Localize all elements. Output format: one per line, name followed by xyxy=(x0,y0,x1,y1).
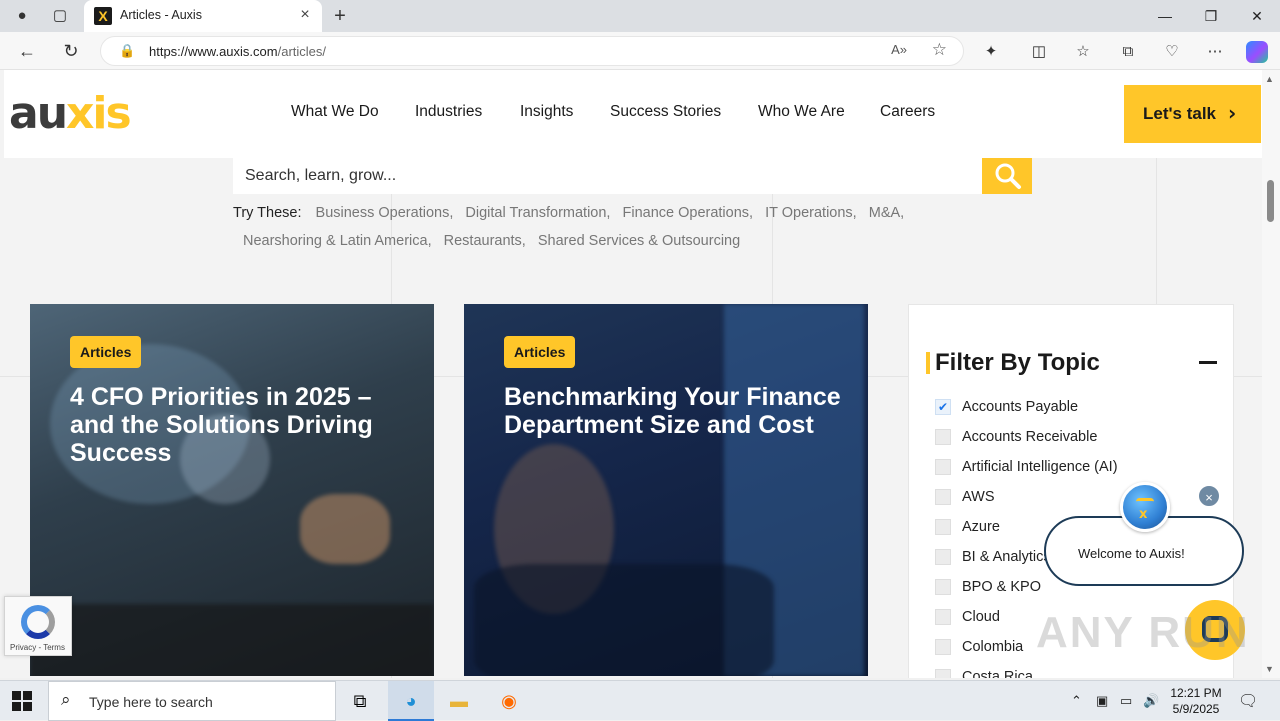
address-bar[interactable]: 🔒 https://www.auxis.com/articles/ A» ☆ xyxy=(100,36,964,66)
recaptcha-icon xyxy=(21,605,55,639)
recaptcha-links[interactable]: Privacy - Terms xyxy=(10,643,65,652)
browser-tab-active[interactable]: X Articles - Auxis × xyxy=(84,0,322,32)
nav-who-we-are[interactable]: Who We Are xyxy=(758,103,845,121)
article-title[interactable]: 4 CFO Priorities in 2025 – and the Solut… xyxy=(70,383,410,467)
minimize-button[interactable]: — xyxy=(1142,0,1188,32)
search-icon: ⌕ xyxy=(61,690,71,709)
collapse-minus-icon[interactable] xyxy=(1199,361,1217,364)
tag-link[interactable]: Shared Services & Outsourcing xyxy=(538,233,740,249)
chevron-right-icon: › xyxy=(1228,101,1237,125)
article-card[interactable]: Articles Benchmarking Your Finance Depar… xyxy=(464,304,868,676)
network-icon[interactable]: ▭ xyxy=(1120,693,1132,709)
file-explorer-icon[interactable]: ▬ xyxy=(436,681,482,721)
checkbox[interactable] xyxy=(935,639,951,655)
nav-what-we-do[interactable]: What We Do xyxy=(291,103,379,121)
photo-presenter-hand xyxy=(300,494,390,564)
site-header: auxis What We Do Industries Insights Suc… xyxy=(4,70,1262,158)
windows-taskbar: ⌕ Type here to search ⧉ ◕ ▬ ◉ ⌃ ▣ ▭ 🔊 12… xyxy=(0,680,1280,721)
checkbox-checked[interactable]: ✔ xyxy=(935,399,951,415)
page-scrollbar[interactable]: ▲ ▼ xyxy=(1262,70,1280,678)
checkbox[interactable] xyxy=(935,489,951,505)
auxis-favicon-icon: X xyxy=(94,7,112,25)
article-card[interactable]: Articles 4 CFO Priorities in 2025 – and … xyxy=(30,304,434,676)
new-tab-button[interactable]: + xyxy=(328,5,352,27)
taskbar-search-input[interactable]: ⌕ Type here to search xyxy=(48,681,336,721)
article-title[interactable]: Benchmarking Your Finance Department Siz… xyxy=(504,383,844,439)
scroll-up-icon[interactable]: ▲ xyxy=(1265,74,1274,84)
checkbox[interactable] xyxy=(935,609,951,625)
checkbox[interactable] xyxy=(935,429,951,445)
favorite-star-icon[interactable]: ☆ xyxy=(932,40,947,60)
chat-close-button[interactable]: × xyxy=(1197,484,1221,508)
extensions-icon[interactable]: ✦ xyxy=(980,41,1002,63)
checkbox[interactable] xyxy=(935,549,951,565)
category-badge[interactable]: Articles xyxy=(504,336,576,368)
checkbox[interactable] xyxy=(935,519,951,535)
edge-browser-icon[interactable]: ◕ xyxy=(388,681,434,721)
split-screen-icon[interactable]: ◫ xyxy=(1028,41,1050,63)
firefox-icon[interactable]: ◉ xyxy=(486,681,532,721)
windows-start-icon[interactable] xyxy=(12,691,32,711)
category-badge[interactable]: Articles xyxy=(70,336,142,368)
read-aloud-icon[interactable]: A» xyxy=(891,42,907,57)
checkbox[interactable] xyxy=(935,669,951,678)
checkbox[interactable] xyxy=(935,459,951,475)
search-icon xyxy=(995,163,1021,189)
page-viewport: auxis What We Do Industries Insights Suc… xyxy=(0,70,1262,678)
tray-device-icon[interactable]: ▣ xyxy=(1096,693,1108,709)
tag-link[interactable]: Nearshoring & Latin America, xyxy=(243,233,432,249)
back-button[interactable]: ← xyxy=(14,39,40,63)
tray-chevron-icon[interactable]: ⌃ xyxy=(1071,693,1082,709)
favorites-icon[interactable]: ☆ xyxy=(1072,41,1094,63)
nav-industries[interactable]: Industries xyxy=(415,103,482,121)
refresh-button[interactable]: ↻ xyxy=(58,39,84,63)
photo-jacket xyxy=(474,564,774,676)
tab-actions-icon[interactable]: ▢ xyxy=(48,5,72,27)
try-these-row-2: Nearshoring & Latin America, Restaurants… xyxy=(243,233,740,249)
anyrun-watermark: ANY RUN xyxy=(1036,608,1250,657)
try-these-label: Try These: xyxy=(233,205,302,221)
browser-essentials-icon[interactable]: ♡ xyxy=(1161,41,1183,63)
chat-welcome-message: Welcome to Auxis! xyxy=(1078,546,1185,561)
scroll-down-icon[interactable]: ▼ xyxy=(1265,664,1274,674)
nav-insights[interactable]: Insights xyxy=(520,103,573,121)
chatbot-avatar-icon: x xyxy=(1120,482,1170,532)
tag-link[interactable]: M&A, xyxy=(869,205,904,221)
filter-title: Filter By Topic xyxy=(935,349,1100,376)
tag-link[interactable]: Finance Operations, xyxy=(622,205,753,221)
close-window-button[interactable]: ✕ xyxy=(1234,0,1280,32)
tab-close-button[interactable]: × xyxy=(296,6,314,24)
system-clock[interactable]: 12:21 PM 5/9/2025 xyxy=(1168,685,1224,717)
restore-button[interactable]: ❐ xyxy=(1188,0,1234,32)
search-placeholder: Search, learn, grow... xyxy=(245,167,397,184)
tag-link[interactable]: IT Operations, xyxy=(765,205,857,221)
auxis-logo[interactable]: auxis xyxy=(9,92,132,136)
article-search-input[interactable]: Search, learn, grow... xyxy=(233,158,982,194)
tag-link[interactable]: Digital Transformation, xyxy=(465,205,610,221)
recaptcha-badge[interactable]: Privacy - Terms xyxy=(4,596,72,656)
lets-talk-button[interactable]: Let's talk › xyxy=(1124,85,1261,143)
copilot-icon[interactable] xyxy=(1246,41,1268,63)
tag-link[interactable]: Restaurants, xyxy=(444,233,526,249)
collections-icon[interactable]: ⧉ xyxy=(1117,41,1139,63)
try-these-row-1: Try These: Business Operations, Digital … xyxy=(233,205,904,221)
scroll-thumb[interactable] xyxy=(1267,180,1274,222)
search-button[interactable] xyxy=(982,158,1032,194)
tab-title: Articles - Auxis xyxy=(120,8,202,22)
more-options-icon[interactable]: ⋯ xyxy=(1204,41,1226,63)
browser-toolbar: ← ↻ 🔒 https://www.auxis.com/articles/ A»… xyxy=(0,32,1280,70)
profile-icon[interactable]: ● xyxy=(10,5,34,27)
volume-icon[interactable]: 🔊 xyxy=(1143,693,1159,709)
url-text: https://www.auxis.com/articles/ xyxy=(149,44,327,59)
tag-link[interactable]: Business Operations, xyxy=(316,205,454,221)
title-accent-bar xyxy=(926,352,930,374)
lock-icon[interactable]: 🔒 xyxy=(119,43,135,59)
nav-careers[interactable]: Careers xyxy=(880,103,935,121)
notifications-icon[interactable]: 🗨 xyxy=(1238,691,1258,711)
nav-success-stories[interactable]: Success Stories xyxy=(610,103,721,121)
checkbox[interactable] xyxy=(935,579,951,595)
browser-tab-bar: ● ▢ X Articles - Auxis × + — ❐ ✕ xyxy=(0,0,1280,32)
photo-audience xyxy=(30,604,434,676)
task-view-icon[interactable]: ⧉ xyxy=(337,681,383,721)
